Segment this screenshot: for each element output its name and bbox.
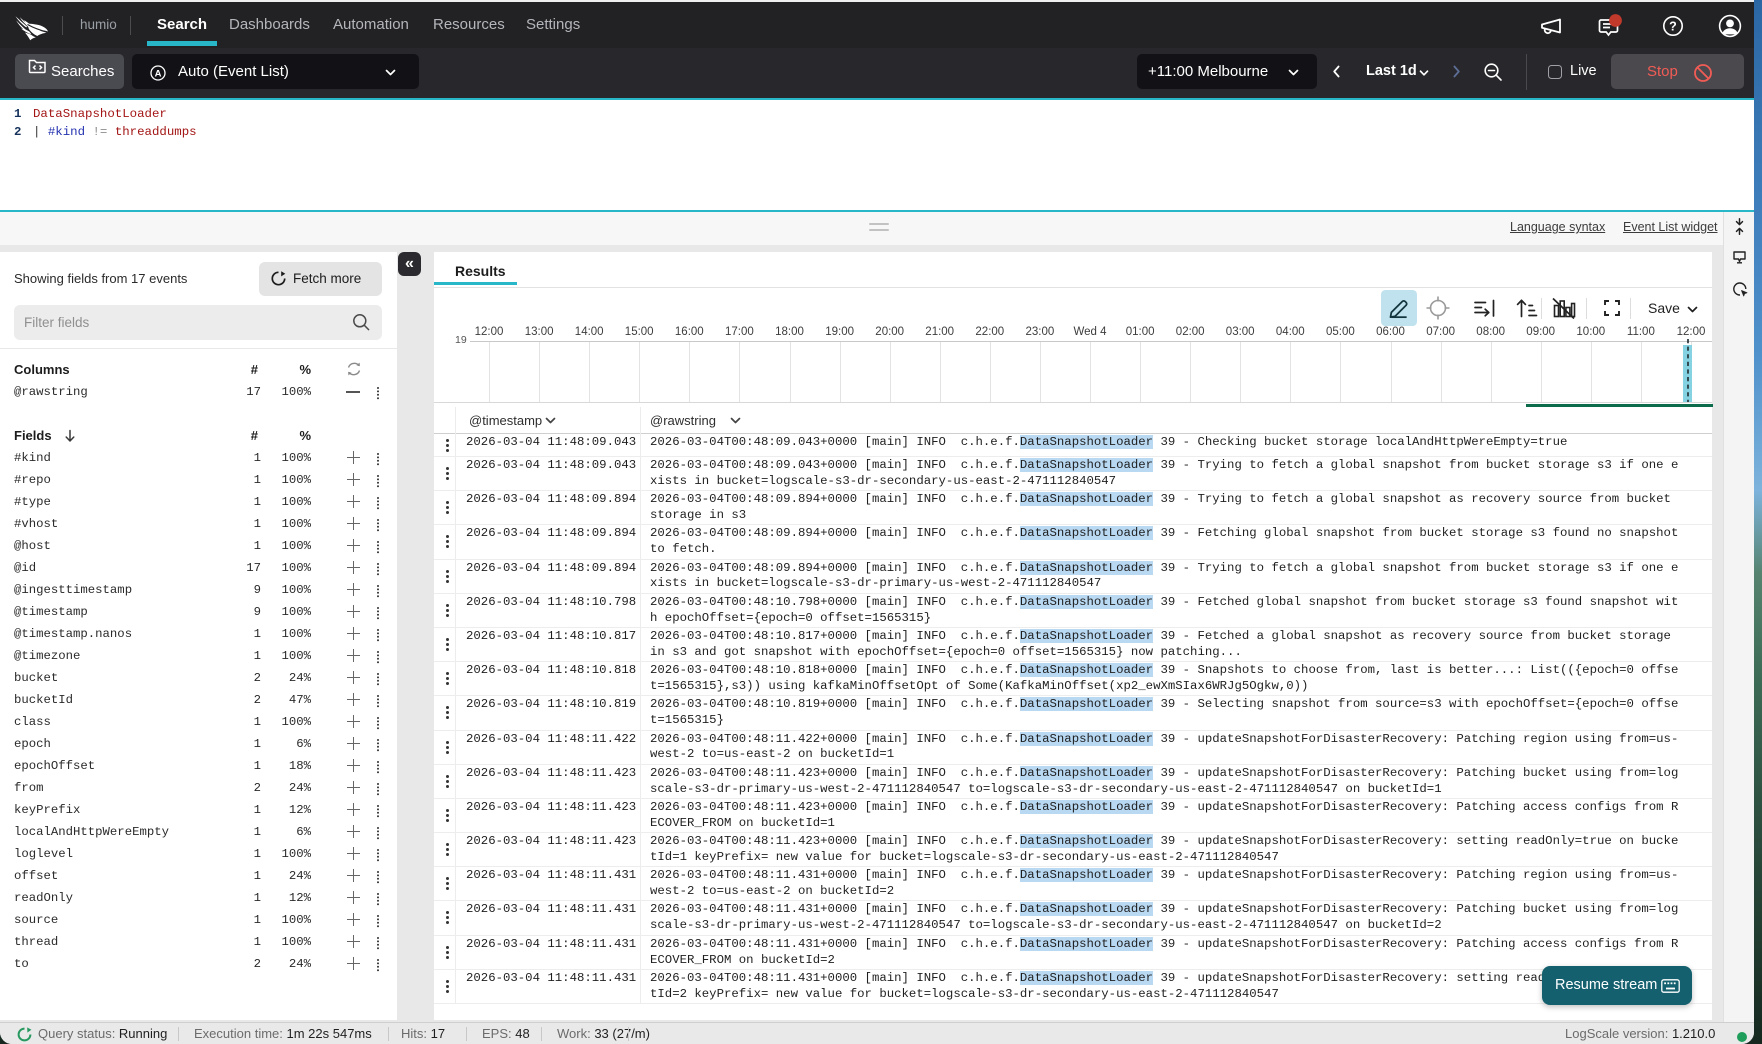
svg-text:?: ? <box>1669 20 1677 34</box>
svg-text:A: A <box>155 69 162 80</box>
